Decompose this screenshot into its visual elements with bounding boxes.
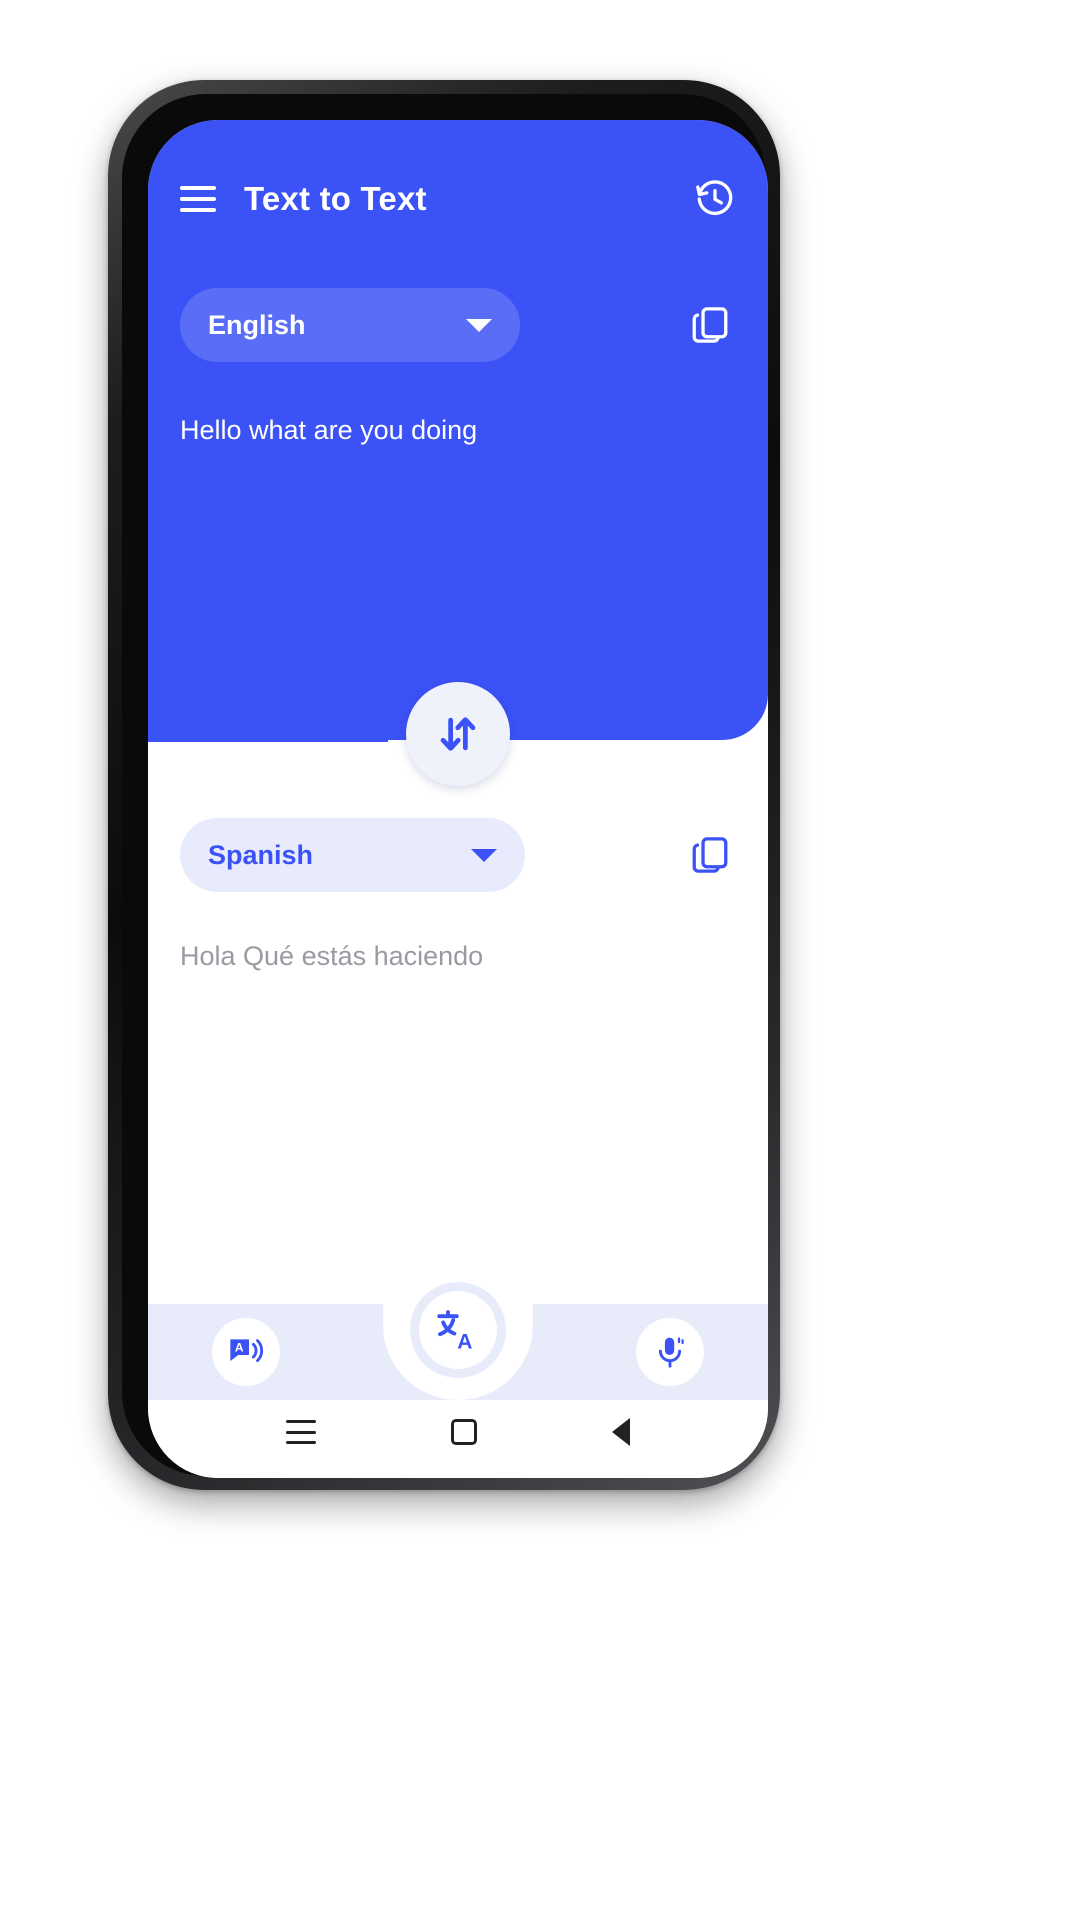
phone-frame: Text to Text English Hello what are you … <box>108 80 780 1490</box>
microphone-icon <box>658 1337 684 1368</box>
app-bar: Text to Text <box>148 164 768 234</box>
hamburger-menu-icon[interactable] <box>180 186 216 212</box>
back-triangle-icon[interactable] <box>612 1418 631 1446</box>
microphone-button[interactable] <box>636 1318 704 1386</box>
translate-language-icon: A <box>437 1310 472 1353</box>
swap-languages-button[interactable] <box>406 682 510 786</box>
target-language-row: Spanish <box>148 818 768 892</box>
speak-button[interactable]: A <box>212 1318 280 1386</box>
svg-text:A: A <box>235 1340 244 1354</box>
target-language-selector[interactable]: Spanish <box>180 818 525 892</box>
svg-text:A: A <box>457 1330 472 1353</box>
source-language-row: English <box>148 288 768 362</box>
chevron-down-icon <box>471 848 497 862</box>
copy-target-icon[interactable] <box>688 833 732 877</box>
text-to-speech-icon: A <box>230 1339 264 1363</box>
phone-screen: Text to Text English Hello what are you … <box>148 120 768 1478</box>
copy-source-icon[interactable] <box>688 303 732 347</box>
source-panel-tail <box>148 680 388 742</box>
phone-frame-inner: Text to Text English Hello what are you … <box>122 94 768 1478</box>
swap-vertical-arrows-icon <box>440 717 476 751</box>
source-language-selector[interactable]: English <box>180 288 520 362</box>
history-clock-icon[interactable] <box>694 178 736 220</box>
chevron-down-icon <box>466 318 492 332</box>
home-square-icon[interactable] <box>450 1419 477 1445</box>
translated-text: Hola Qué estás haciendo <box>180 941 484 971</box>
source-language-label: English <box>208 309 306 340</box>
translate-button[interactable]: A <box>410 1282 506 1378</box>
system-navigation-bar <box>148 1400 768 1478</box>
recent-apps-icon[interactable] <box>285 1420 316 1444</box>
target-language-label: Spanish <box>208 839 314 870</box>
page-title: Text to Text <box>244 180 427 217</box>
screenshot-canvas: Text to Text English Hello what are you … <box>0 0 1080 1920</box>
source-text[interactable]: Hello what are you doing <box>180 412 700 448</box>
